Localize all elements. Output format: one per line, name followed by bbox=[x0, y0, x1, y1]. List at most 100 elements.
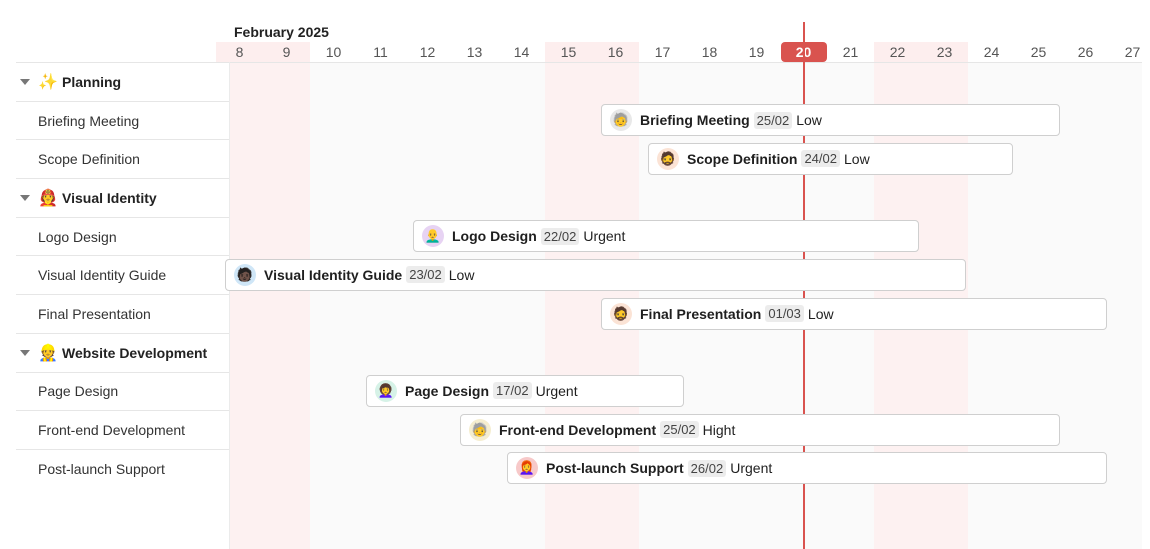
avatar: 🧓 bbox=[610, 109, 632, 132]
task-bar-name: Post-launch Support bbox=[546, 460, 684, 477]
avatar: 🧓 bbox=[469, 418, 491, 441]
date-cell-23: 23 bbox=[921, 42, 968, 62]
avatar: 👩‍🦱 bbox=[375, 379, 397, 402]
date-cell-17: 17 bbox=[639, 42, 686, 62]
task-label: Logo Design bbox=[38, 228, 117, 245]
due-date-badge: 25/02 bbox=[753, 111, 793, 129]
task-row[interactable]: Front-end Development bbox=[16, 410, 229, 449]
date-label: 17 bbox=[654, 44, 671, 60]
date-label: 16 bbox=[607, 44, 624, 60]
date-label: 13 bbox=[466, 44, 483, 60]
date-label: 12 bbox=[419, 44, 436, 60]
date-cell-11: 11 bbox=[357, 42, 404, 62]
date-label: 22 bbox=[889, 44, 906, 60]
task-bar[interactable]: 👩‍🦱 Page Design 17/02 Urgent bbox=[366, 374, 684, 407]
caret-down-icon[interactable] bbox=[20, 78, 30, 85]
date-cell-16: 16 bbox=[592, 42, 639, 62]
date-label: 26 bbox=[1077, 44, 1094, 60]
avatar: 👩‍🦰 bbox=[516, 457, 538, 480]
task-bar-name: Scope Definition bbox=[687, 150, 798, 167]
task-label: Front-end Development bbox=[38, 422, 186, 439]
due-date-badge: 24/02 bbox=[801, 150, 840, 168]
gantt-timeline: February 2025 89101112131415161718192021… bbox=[216, 0, 1142, 549]
construction-worker-icon: 👷 bbox=[38, 344, 58, 362]
task-bar[interactable]: 🧑🏿 Visual Identity Guide 23/02 Low bbox=[225, 258, 966, 291]
due-date-badge: 01/03 bbox=[765, 305, 804, 323]
date-label: 15 bbox=[560, 44, 577, 60]
date-cell-12: 12 bbox=[404, 42, 451, 62]
date-header: 89101112131415161718192021222324252627 bbox=[216, 42, 1142, 63]
task-bar-name: Logo Design bbox=[452, 228, 537, 245]
task-bar[interactable]: 🧓 Front-end Development 25/02 Hight bbox=[460, 413, 1060, 446]
task-bar[interactable]: 🧔 Scope Definition 24/02 Low bbox=[648, 142, 1013, 175]
task-label: Scope Definition bbox=[38, 151, 140, 168]
task-bar[interactable]: 👨‍🦲 Logo Design 22/02 Urgent bbox=[413, 220, 919, 253]
task-bar-name: Visual Identity Guide bbox=[264, 266, 403, 283]
priority-label: Low bbox=[844, 150, 870, 167]
priority-label: Low bbox=[448, 266, 475, 283]
group-label: Planning bbox=[62, 73, 122, 90]
avatar: 🧑🏿 bbox=[234, 263, 256, 286]
date-cell-19: 19 bbox=[733, 42, 780, 62]
due-date-badge: 22/02 bbox=[540, 227, 580, 245]
priority-label: Hight bbox=[702, 421, 736, 438]
task-bar[interactable]: 🧔 Final Presentation 01/03 Low bbox=[601, 297, 1107, 330]
date-label: 18 bbox=[701, 44, 718, 60]
date-label: 19 bbox=[748, 44, 765, 60]
group-row-website-development[interactable]: 👷 Website Development bbox=[16, 332, 229, 372]
date-cell-9: 9 bbox=[263, 42, 310, 62]
task-row[interactable]: Page Design bbox=[16, 371, 229, 411]
caret-down-icon[interactable] bbox=[20, 194, 30, 201]
due-date-badge: 26/02 bbox=[687, 459, 727, 477]
weekend-column bbox=[229, 62, 263, 549]
date-label: 14 bbox=[513, 44, 530, 60]
task-row[interactable]: Briefing Meeting bbox=[16, 100, 229, 140]
date-cell-10: 10 bbox=[310, 42, 357, 62]
date-cell-18: 18 bbox=[686, 42, 733, 62]
date-label: 27 bbox=[1124, 44, 1141, 60]
task-label: Briefing Meeting bbox=[38, 112, 140, 129]
task-bar-name: Final Presentation bbox=[640, 305, 762, 322]
task-bar[interactable]: 👩‍🦰 Post-launch Support 26/02 Urgent bbox=[507, 452, 1107, 485]
due-date-badge: 17/02 bbox=[493, 382, 532, 400]
task-row[interactable]: Scope Definition bbox=[16, 139, 229, 178]
caret-down-icon[interactable] bbox=[20, 349, 30, 356]
task-row[interactable]: Post-launch Support bbox=[16, 448, 229, 488]
task-bar[interactable]: 🧓 Briefing Meeting 25/02 Low bbox=[601, 104, 1060, 137]
task-bar-name: Front-end Development bbox=[499, 421, 657, 438]
task-label: Visual Identity Guide bbox=[38, 267, 167, 284]
date-label: 8 bbox=[235, 44, 244, 60]
due-date-badge: 25/02 bbox=[660, 421, 699, 439]
group-row-planning[interactable]: ✨ Planning bbox=[16, 62, 229, 101]
date-label: 25 bbox=[1030, 44, 1047, 60]
date-label: 24 bbox=[983, 44, 1000, 60]
date-label: 9 bbox=[282, 44, 291, 60]
date-cell-13: 13 bbox=[451, 42, 498, 62]
group-label: Visual Identity bbox=[62, 189, 157, 206]
task-label: Final Presentation bbox=[38, 305, 151, 322]
date-label: 21 bbox=[842, 44, 859, 60]
task-row[interactable]: Logo Design bbox=[16, 216, 229, 256]
timeline-left-edge bbox=[229, 62, 230, 549]
task-bar-name: Page Design bbox=[405, 382, 490, 399]
month-label: February 2025 bbox=[234, 24, 329, 40]
task-row[interactable]: Final Presentation bbox=[16, 294, 229, 333]
priority-label: Low bbox=[807, 305, 834, 322]
date-cell-24: 24 bbox=[968, 42, 1015, 62]
sparkles-icon: ✨ bbox=[38, 73, 58, 91]
task-label: Post-launch Support bbox=[38, 460, 165, 477]
date-cell-14: 14 bbox=[498, 42, 545, 62]
priority-label: Urgent bbox=[535, 382, 578, 399]
group-label: Website Development bbox=[62, 344, 208, 361]
date-cell-8: 8 bbox=[216, 42, 263, 62]
date-cell-26: 26 bbox=[1062, 42, 1109, 62]
task-bar-name: Briefing Meeting bbox=[640, 112, 750, 129]
priority-label: Low bbox=[796, 112, 822, 129]
task-row[interactable]: Visual Identity Guide bbox=[16, 255, 229, 294]
priority-label: Urgent bbox=[730, 460, 773, 477]
avatar: 👨‍🦲 bbox=[422, 225, 444, 248]
group-row-visual-identity[interactable]: 🧑‍🚒 Visual Identity bbox=[16, 178, 229, 217]
task-label: Page Design bbox=[38, 383, 119, 400]
date-cell-25: 25 bbox=[1015, 42, 1062, 62]
avatar: 🧔 bbox=[657, 147, 679, 170]
